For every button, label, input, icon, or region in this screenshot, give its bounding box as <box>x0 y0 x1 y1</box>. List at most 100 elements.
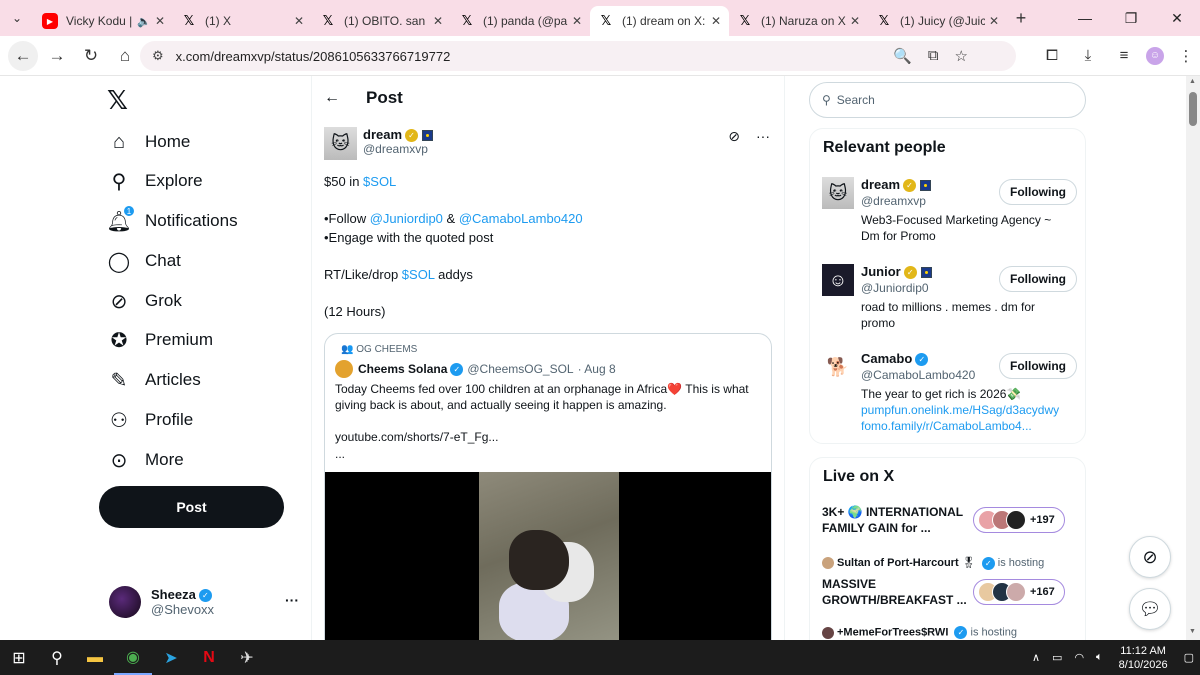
close-tab-icon[interactable]: ✕ <box>294 14 304 28</box>
author-name[interactable]: dream ✓ <box>363 127 434 143</box>
space-host[interactable]: Sultan of Port-Harcourt 🎖 ✓ is hosting <box>822 556 1044 570</box>
nav-notifications[interactable]: 🔔︎ 1 Notifications <box>106 202 238 240</box>
browser-tab[interactable]: 𝕏 (1) panda (@par ✕ <box>451 6 590 36</box>
post-button[interactable]: Post <box>99 486 284 528</box>
nav-more[interactable]: ⊙ More <box>107 441 184 479</box>
tab-search-button[interactable]: ⌄ <box>0 0 34 36</box>
person-name: Junior ✓ <box>861 264 932 280</box>
back-arrow-icon[interactable]: ← <box>8 40 38 71</box>
video-player[interactable] <box>325 472 771 640</box>
search-input[interactable]: ⚲ Search <box>809 82 1086 118</box>
live-space[interactable]: 3K+ 🌍 INTERNATIONAL FAMILY GAIN for ... … <box>822 504 1077 536</box>
avatar[interactable]: 🐱 <box>324 127 357 160</box>
extensions-icon[interactable]: ⧠ <box>1038 42 1066 70</box>
mention-link[interactable]: @Juniordip0 <box>370 211 443 226</box>
quoted-post[interactable]: 👥 OG CHEEMS Cheems Solana ✓ @CheemsOG_SO… <box>324 333 772 640</box>
grok-icon[interactable]: ⊘ <box>728 128 740 145</box>
nav-premium[interactable]: ✪ Premium <box>107 321 213 359</box>
scroll-up-arrow-icon[interactable]: ▲ <box>1189 78 1196 85</box>
browser-tab[interactable]: 𝕏 (1) Naruza on X ✕ <box>729 6 868 36</box>
browser-menu-icon[interactable]: ⋮ <box>1172 42 1200 70</box>
more-options-icon[interactable]: ··· <box>285 592 299 608</box>
close-tab-icon[interactable]: ✕ <box>433 14 443 28</box>
video-frame <box>479 472 619 640</box>
browser-tab[interactable]: 𝕏 (1) Juicy (@Juicy ✕ <box>868 6 1007 36</box>
mention-link[interactable]: @CamaboLambo420 <box>459 211 583 226</box>
close-window-icon[interactable]: ✕ <box>1154 0 1200 36</box>
profile-avatar-icon[interactable]: ☺ <box>1146 46 1164 65</box>
app-icon[interactable]: ✈ <box>228 640 266 675</box>
new-tab-button[interactable]: + <box>1007 8 1035 29</box>
browser-tab[interactable]: 𝕏 (1) OBITO. san ✕ <box>312 6 451 36</box>
listeners-pill[interactable]: +167 <box>973 579 1065 605</box>
nav-home[interactable]: ⌂ Home <box>107 123 190 161</box>
post-actions-top: ⊘ ··· <box>728 128 770 145</box>
wifi-icon[interactable]: ◠ <box>1074 651 1084 664</box>
minimize-icon[interactable]: — <box>1062 0 1108 36</box>
browser-tab-active[interactable]: 𝕏 (1) dream on X: ✕ <box>590 6 729 36</box>
following-button[interactable]: Following <box>999 266 1077 292</box>
following-button[interactable]: Following <box>999 353 1077 379</box>
avatar: 🐕 <box>826 356 850 377</box>
close-tab-icon[interactable]: ✕ <box>850 14 860 28</box>
nav-articles[interactable]: ✎ Articles <box>107 361 201 399</box>
close-tab-icon[interactable]: ✕ <box>711 14 721 28</box>
search-icon: ⚲ <box>822 93 831 107</box>
space-host[interactable]: +MemeForTrees$RWI ✓ is hosting <box>822 626 1017 639</box>
close-tab-icon[interactable]: ✕ <box>989 14 999 28</box>
bio-link[interactable]: pumpfun.onelink.me/HSag/d3acydwy <box>861 402 1066 418</box>
bio-link[interactable]: fomo.family/r/CamaboLambo4... <box>861 418 1066 434</box>
clock[interactable]: 11:12 AM 8/10/2026 <box>1119 644 1168 672</box>
notifications-center-icon[interactable]: ▢ <box>1184 651 1194 664</box>
download-icon[interactable]: ⤓ <box>1074 42 1102 70</box>
nav-chat[interactable]: ◯ Chat <box>107 242 181 280</box>
scroll-down-arrow-icon[interactable]: ▼ <box>1189 628 1196 635</box>
browser-tab[interactable]: ▶ Vicky Kodu | 🔈 ✕ <box>34 6 173 36</box>
netflix-icon[interactable]: N <box>190 640 228 675</box>
account-switcher[interactable]: Sheeza ✓ @Shevoxx ··· <box>109 586 299 618</box>
scrollbar-thumb[interactable] <box>1189 92 1197 126</box>
listeners-pill[interactable]: +197 <box>973 507 1065 533</box>
site-settings-icon[interactable]: ⚙ <box>152 48 164 64</box>
bookmark-star-icon[interactable]: ☆ <box>955 47 968 65</box>
following-button[interactable]: Following <box>999 179 1077 205</box>
address-bar[interactable]: ⚙ x.com/dreamxvp/status/2086105633766719… <box>140 41 1016 71</box>
search-icon[interactable]: ⚲ <box>38 640 76 675</box>
nav-explore[interactable]: ⚲ Explore <box>107 162 203 200</box>
back-arrow-icon[interactable]: ← <box>324 89 340 107</box>
chevron-up-icon[interactable]: ∧ <box>1032 651 1040 664</box>
telegram-icon[interactable]: ➤ <box>152 640 190 675</box>
cast-icon[interactable]: ⧉ <box>928 47 939 65</box>
file-explorer-icon[interactable]: ▬ <box>76 640 114 675</box>
browser-tab[interactable]: 𝕏 (1) X ✕ <box>173 6 312 36</box>
chrome-icon[interactable]: ◉ <box>114 640 152 675</box>
bell-icon: 🔔︎ 1 <box>106 205 135 233</box>
cashtag-link[interactable]: $SOL <box>402 267 435 282</box>
nav-grok[interactable]: ⊘ Grok <box>107 282 182 320</box>
volume-icon[interactable]: 🔈︎ <box>1096 651 1103 664</box>
home-browser-icon[interactable]: ⌂ <box>110 41 140 71</box>
post-author[interactable]: 🐱 dream ✓ @dreamxvp <box>324 127 434 160</box>
restore-icon[interactable]: ❐ <box>1108 0 1154 36</box>
forward-arrow-icon[interactable]: → <box>42 41 72 71</box>
x-logo-icon[interactable]: 𝕏 <box>107 86 128 116</box>
messages-fab-icon[interactable]: 💬︎ <box>1129 588 1171 630</box>
nav-profile[interactable]: ⚇ Profile <box>107 401 193 439</box>
live-space[interactable]: MASSIVE GROWTH/BREAKFAST ... +167 <box>822 576 1077 608</box>
reload-icon[interactable]: ↻ <box>76 41 106 71</box>
speaker-muted-icon[interactable]: 🔈 <box>137 15 151 28</box>
cashtag-link[interactable]: $SOL <box>363 174 396 189</box>
verified-badge-icon: ✓ <box>954 626 968 639</box>
zoom-icon[interactable]: 🔍 <box>893 47 912 65</box>
page-scrollbar[interactable]: ▲ ▼ <box>1186 76 1200 640</box>
battery-icon[interactable]: ▭ <box>1052 651 1062 664</box>
community-label[interactable]: 👥 OG CHEEMS <box>341 344 417 355</box>
reading-list-icon[interactable]: ≡ <box>1110 42 1138 70</box>
windows-start-icon[interactable]: ⊞ <box>0 640 38 675</box>
more-options-icon[interactable]: ··· <box>756 128 770 145</box>
author-handle[interactable]: @dreamxvp <box>363 142 433 156</box>
text-span: •Engage with the quoted post <box>324 230 494 245</box>
grok-fab-icon[interactable]: ⊘ <box>1129 536 1171 578</box>
close-tab-icon[interactable]: ✕ <box>572 14 582 28</box>
close-tab-icon[interactable]: ✕ <box>155 14 165 28</box>
